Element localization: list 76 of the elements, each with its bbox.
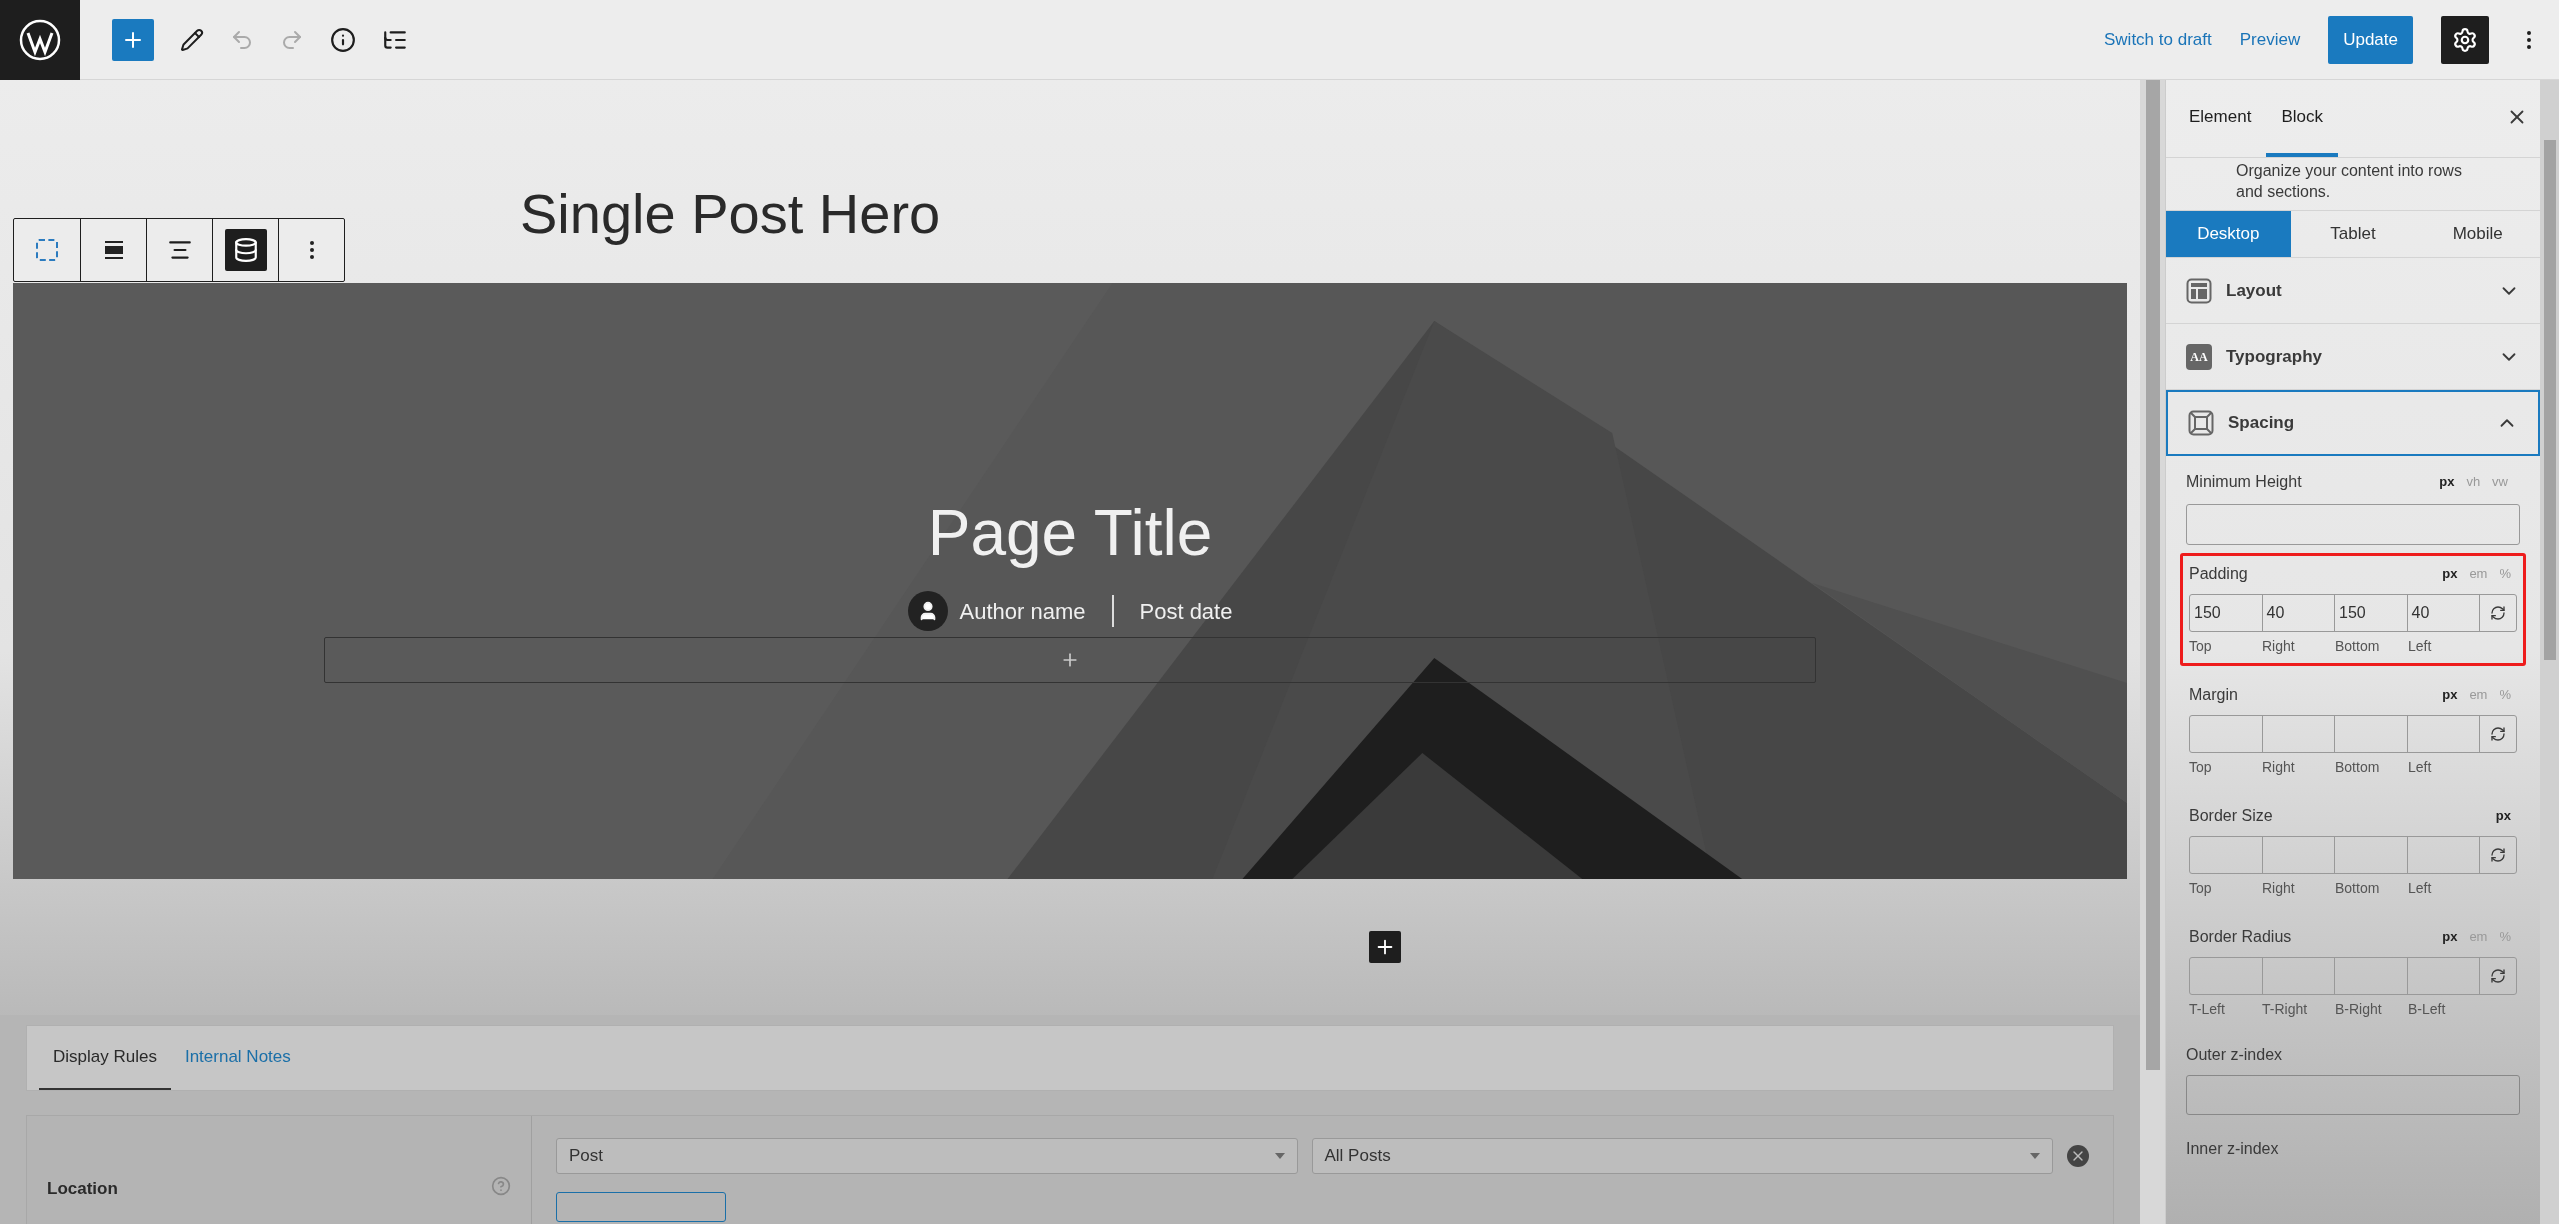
block-description: Organize your content into rows and sections. xyxy=(2235,161,2463,202)
help-icon[interactable] xyxy=(491,1176,511,1196)
outlined-button[interactable] xyxy=(556,1192,726,1222)
settings-icon xyxy=(2452,26,2478,53)
input-caption: Top xyxy=(2189,637,2213,656)
edit-icon[interactable] xyxy=(180,27,204,52)
field-label: Minimum Height xyxy=(2186,472,2302,492)
unit-toggle[interactable]: px xyxy=(2442,564,2458,584)
input-caption: Top xyxy=(2189,879,2213,898)
update-button[interactable]: Update xyxy=(2328,15,2413,64)
database-icon xyxy=(232,237,259,263)
spacing-icon xyxy=(2188,410,2214,436)
device-tab[interactable]: Tablet xyxy=(2290,211,2416,257)
location-select[interactable]: Post xyxy=(556,1138,1298,1174)
remove-icon[interactable] xyxy=(2067,1145,2089,1167)
more-icon xyxy=(309,241,314,259)
input-caption: B-Right xyxy=(2335,1000,2383,1019)
unit-toggle[interactable]: px xyxy=(2495,806,2511,826)
device-tab[interactable]: Desktop xyxy=(2166,211,2291,257)
number-input[interactable]: 40 xyxy=(2407,595,2480,631)
unit-toggle[interactable]: px xyxy=(2442,927,2458,947)
input-caption: Top xyxy=(2189,758,2213,777)
input-caption: T-Right xyxy=(2262,1000,2309,1019)
info-icon[interactable] xyxy=(330,26,356,53)
header-link[interactable]: Switch to draft xyxy=(2104,26,2212,53)
input-caption: Right xyxy=(2262,637,2296,656)
input-caption: Left xyxy=(2408,758,2433,777)
number-input[interactable]: 150 xyxy=(2190,595,2263,631)
number-input[interactable]: 150 xyxy=(2335,595,2408,631)
settings-button[interactable] xyxy=(2441,15,2489,64)
sidebar-tab[interactable]: Block xyxy=(2266,81,2338,157)
field-label: Inner z-index xyxy=(2186,1139,2280,1159)
scrollbar-thumb[interactable] xyxy=(2145,80,2160,1070)
field-label: Outer z-index xyxy=(2186,1045,2284,1065)
panel-section-header[interactable]: Spacing xyxy=(2166,390,2540,456)
sync-icon xyxy=(2490,726,2506,742)
layout-icon xyxy=(2186,277,2212,304)
input-caption: B-Left xyxy=(2408,1000,2447,1019)
location-select[interactable]: All Posts xyxy=(1311,1138,2053,1174)
input-caption: T-Left xyxy=(2189,1000,2226,1019)
unit-toggle[interactable]: px xyxy=(2442,685,2458,705)
field-label: Padding xyxy=(2189,564,2248,584)
sync-icon xyxy=(2490,968,2506,984)
scrollbar-thumb[interactable] xyxy=(2543,140,2556,660)
input-caption: Left xyxy=(2408,879,2433,898)
wordpress-logo[interactable] xyxy=(0,0,80,80)
input-field[interactable] xyxy=(2186,1075,2520,1115)
input-caption: Bottom xyxy=(2335,758,2381,777)
panel-section-header[interactable]: Layout xyxy=(2166,258,2540,324)
add-block-button[interactable] xyxy=(1369,931,1401,963)
author-name: Author name xyxy=(959,597,1086,626)
input-caption: Right xyxy=(2262,758,2296,777)
field-label: Margin xyxy=(2189,685,2238,705)
location-label: Location xyxy=(47,1178,118,1200)
meta-tab[interactable]: Display Rules xyxy=(39,1026,171,1090)
field-label: Border Radius xyxy=(2189,927,2292,947)
block-appender[interactable] xyxy=(324,637,1816,683)
field-label: Border Size xyxy=(2189,806,2273,826)
input-caption: Left xyxy=(2408,637,2433,656)
header-link[interactable]: Preview xyxy=(2239,26,2301,53)
unit-toggle[interactable]: px xyxy=(2439,472,2455,492)
sidebar-tab[interactable]: Element xyxy=(2174,81,2267,157)
device-tab[interactable]: Mobile xyxy=(2415,211,2540,257)
select-icon xyxy=(36,239,58,261)
sync-icon xyxy=(2490,605,2506,621)
post-date: Post date xyxy=(1139,597,1233,626)
input-caption: Right xyxy=(2262,879,2296,898)
align-icon xyxy=(102,239,125,261)
typography-icon: AA xyxy=(2186,343,2212,370)
input-caption: Bottom xyxy=(2335,879,2381,898)
sync-icon xyxy=(2490,847,2506,863)
template-title: Single Post Hero xyxy=(520,181,941,247)
number-input[interactable]: 40 xyxy=(2262,595,2335,631)
input-caption: Bottom xyxy=(2335,637,2381,656)
panel-section-header[interactable]: AA Typography xyxy=(2166,324,2540,390)
input-field[interactable] xyxy=(2186,504,2520,545)
